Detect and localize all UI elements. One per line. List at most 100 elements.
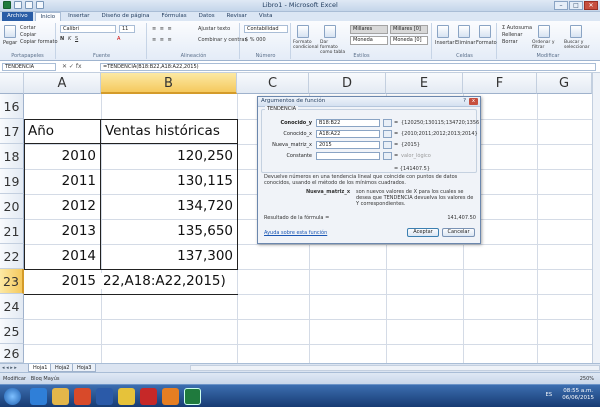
arg-input-constante[interactable] [316, 152, 380, 160]
italic-button[interactable]: K [68, 36, 71, 42]
arg-input-nueva-matriz-x[interactable]: 2015 [316, 141, 380, 149]
cell-a18[interactable]: 2010 [25, 148, 100, 164]
align-icons[interactable]: ≡ ≡ ≡ [152, 26, 173, 32]
maximize-button[interactable]: □ [569, 1, 583, 10]
insert-cells-icon[interactable] [437, 25, 449, 38]
dialog-help-button[interactable]: ? [463, 98, 466, 104]
copy-button[interactable]: Copiar [20, 32, 36, 38]
vertical-scrollbar[interactable] [592, 73, 600, 363]
cell-b20[interactable]: 134,720 [102, 198, 237, 214]
conditional-format-button[interactable]: Formato condicional [293, 40, 319, 50]
ok-button[interactable]: Aceptar [407, 228, 439, 237]
cell-b22[interactable]: 137,300 [102, 248, 237, 264]
column-header-a[interactable]: A [24, 73, 101, 94]
wrap-text-button[interactable]: Ajustar texto [198, 26, 230, 32]
help-link[interactable]: Ayuda sobre esta función [264, 230, 327, 236]
insert-cells-button[interactable]: Insertar [435, 40, 454, 46]
row-header-21[interactable]: 21 [0, 219, 24, 244]
style-millares[interactable]: Millares [350, 25, 388, 34]
sheet-tab-hoja3[interactable]: Hoja3 [72, 364, 97, 372]
number-format-combo[interactable]: Contabilidad [244, 25, 288, 33]
start-button-icon[interactable] [4, 388, 21, 405]
font-size-combo[interactable]: 11 [119, 25, 135, 33]
font-color-button[interactable]: A [117, 36, 120, 42]
sort-filter-icon[interactable] [538, 25, 550, 38]
cell-b18[interactable]: 120,250 [102, 148, 237, 164]
paste-button[interactable]: Pegar [3, 40, 17, 46]
row-header-20[interactable]: 20 [0, 194, 24, 219]
sort-filter-button[interactable]: Ordenar y filtrar [532, 40, 558, 50]
chrome-icon[interactable] [118, 388, 135, 405]
arg-input-conocido-x[interactable]: A18:A22 [316, 130, 380, 138]
row-header-18[interactable]: 18 [0, 144, 24, 169]
column-header-d[interactable]: D [309, 73, 386, 94]
autosum-button[interactable]: Σ Autosuma [502, 25, 532, 31]
cell-b21[interactable]: 135,650 [102, 223, 237, 239]
collapse-dialog-icon[interactable] [383, 152, 392, 160]
zoom-level[interactable]: 250% [580, 376, 594, 382]
delete-cells-button[interactable]: Eliminar [455, 40, 476, 46]
cell-a19[interactable]: 2011 [25, 173, 100, 189]
bold-button[interactable]: N [60, 36, 64, 42]
collapse-dialog-icon[interactable] [383, 119, 392, 127]
row-header-22[interactable]: 22 [0, 244, 24, 269]
tab-home[interactable]: Inicio [34, 12, 62, 21]
minimize-button[interactable]: – [554, 1, 568, 10]
find-select-button[interactable]: Buscar y seleccionar [564, 40, 594, 50]
folder-icon[interactable] [52, 388, 69, 405]
row-header-26[interactable]: 26 [0, 344, 24, 363]
row-header-25[interactable]: 25 [0, 319, 24, 344]
column-header-c[interactable]: C [237, 73, 309, 94]
currency-icons[interactable]: $ % 000 [245, 37, 266, 43]
word-icon[interactable] [96, 388, 113, 405]
cut-button[interactable]: Cortar [20, 25, 36, 31]
format-cells-button[interactable]: Formato [476, 40, 497, 46]
row-header-24[interactable]: 24 [0, 294, 24, 319]
arg-input-conocido-y[interactable]: B18:B22 [316, 119, 380, 127]
cancel-button[interactable]: Cancelar [442, 228, 475, 237]
tab-formulas[interactable]: Fórmulas [157, 12, 192, 21]
ie-icon[interactable] [30, 388, 47, 405]
table-format-icon[interactable] [324, 25, 336, 38]
column-header-e[interactable]: E [386, 73, 463, 94]
row-header-23[interactable]: 23 [0, 269, 24, 294]
font-name-combo[interactable]: Calibri [60, 25, 116, 33]
dialog-close-button[interactable]: x [469, 98, 478, 105]
column-header-b[interactable]: B [101, 73, 237, 94]
sheet-tab-hoja2[interactable]: Hoja2 [50, 364, 75, 372]
conditional-format-icon[interactable] [297, 25, 309, 38]
tab-view[interactable]: Vista [254, 12, 278, 21]
cell-a22[interactable]: 2014 [25, 248, 100, 264]
format-cells-icon[interactable] [479, 25, 491, 38]
row-header-16[interactable]: 16 [0, 94, 24, 119]
cell-a17[interactable]: Año [25, 123, 99, 139]
tab-page-layout[interactable]: Diseño de página [97, 12, 155, 21]
name-box[interactable]: TENDENCIA [2, 63, 56, 71]
clear-button[interactable]: Borrar [502, 39, 518, 45]
fill-button[interactable]: Rellenar [502, 32, 522, 38]
collapse-dialog-icon[interactable] [383, 130, 392, 138]
column-header-f[interactable]: F [463, 73, 537, 94]
cell-a21[interactable]: 2013 [25, 223, 100, 239]
excel-taskbar-icon[interactable] [184, 388, 201, 405]
clock[interactable]: 08:55 a.m. 06/06/2015 [562, 388, 594, 402]
row-header-17[interactable]: 17 [0, 119, 24, 144]
collapse-dialog-icon[interactable] [383, 141, 392, 149]
tab-review[interactable]: Revisar [222, 12, 252, 21]
acrobat-icon[interactable] [140, 388, 157, 405]
powerpoint-icon[interactable] [162, 388, 179, 405]
select-all-corner[interactable] [0, 73, 24, 94]
cell-b19[interactable]: 130,115 [102, 173, 237, 189]
find-select-icon[interactable] [570, 25, 582, 38]
tab-file[interactable]: Archivo [2, 12, 33, 21]
format-painter-button[interactable]: Copiar formato [20, 39, 58, 45]
style-moneda-0[interactable]: Moneda [0] [390, 36, 428, 45]
column-header-g[interactable]: G [537, 73, 592, 94]
style-moneda[interactable]: Moneda [350, 36, 388, 45]
cell-a20[interactable]: 2012 [25, 198, 100, 214]
sheet-tab-hoja1[interactable]: Hoja1 [28, 364, 53, 372]
tab-insert[interactable]: Insertar [63, 12, 94, 21]
cell-b23-editing[interactable]: 22,A18:A22,2015) [100, 273, 237, 289]
language-indicator[interactable]: ES [546, 392, 552, 398]
sheet-nav-arrows[interactable]: ◂ ◂ ▸ ▸ [2, 365, 17, 371]
